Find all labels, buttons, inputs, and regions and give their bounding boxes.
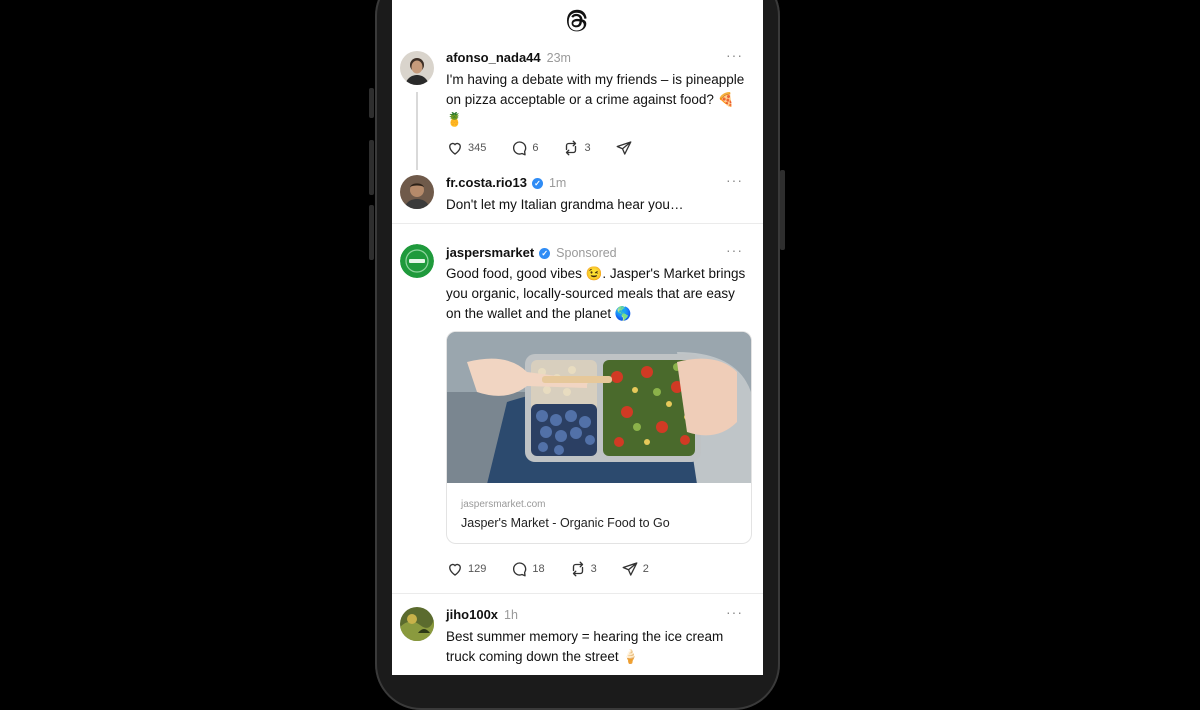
avatar[interactable] — [400, 607, 434, 641]
username-text[interactable]: jiho100x — [446, 607, 498, 622]
sponsored-label: Sponsored — [556, 246, 617, 260]
link-preview-card[interactable]: jaspersmarket.com Jasper's Market - Orga… — [446, 483, 752, 544]
post-time: 1m — [548, 176, 567, 190]
heart-icon — [449, 563, 461, 576]
post-username[interactable]: jiho100x 1h — [446, 607, 518, 622]
phone-side-button — [369, 140, 374, 195]
repost-icon — [572, 561, 583, 577]
more-options-icon[interactable]: ··· — [726, 172, 743, 188]
threads-logo-icon[interactable] — [562, 6, 592, 36]
phone-side-button — [369, 205, 374, 260]
repost-count: 3 — [584, 142, 591, 154]
comment-icon — [513, 562, 527, 577]
ad-image[interactable] — [446, 331, 752, 484]
post-text: Don't let my Italian grandma hear you… — [446, 197, 684, 212]
like-button[interactable]: 129 — [446, 560, 486, 578]
like-count: 129 — [468, 563, 487, 575]
like-button[interactable]: 345 — [446, 139, 486, 157]
threads-feed-screen: afonso_nada44 23m ··· I'm having a debate… — [392, 0, 763, 675]
repost-button[interactable]: 3 — [562, 139, 591, 157]
link-domain: jaspersmarket.com — [461, 499, 546, 510]
reply-count: 6 — [532, 142, 539, 154]
reply-button[interactable]: 6 — [510, 139, 538, 157]
post-text: Good food, good vibes 😉. Jasper's Market… — [446, 266, 746, 321]
like-count: 345 — [468, 142, 487, 154]
reply-button[interactable]: 18 — [510, 560, 545, 578]
post-actions: 345 6 3 — [446, 139, 633, 157]
username-text[interactable]: jaspersmarket — [446, 245, 534, 260]
repost-count: 3 — [590, 563, 597, 575]
verified-badge-icon: ✓ — [531, 178, 543, 189]
heart-icon — [449, 142, 461, 155]
thread-connector-line — [416, 92, 418, 170]
phone-power-button — [780, 170, 785, 250]
post-username[interactable]: fr.costa.rio13 ✓ 1m — [446, 175, 566, 190]
share-button[interactable]: 2 — [621, 560, 649, 578]
more-options-icon[interactable]: ··· — [726, 47, 743, 63]
send-icon — [622, 562, 638, 576]
avatar[interactable] — [400, 175, 434, 209]
more-options-icon[interactable]: ··· — [726, 604, 743, 620]
verified-badge-icon: ✓ — [539, 248, 551, 259]
phone-side-button — [369, 88, 374, 118]
link-title[interactable]: Jasper's Market - Organic Food to Go — [461, 516, 670, 530]
post-divider — [392, 223, 763, 224]
more-options-icon[interactable]: ··· — [726, 242, 743, 258]
post-username[interactable]: afonso_nada44 23m — [446, 50, 571, 65]
repost-button[interactable]: 3 — [569, 560, 597, 578]
avatar[interactable] — [400, 51, 434, 85]
post-text: Best summer memory = hearing the ice cre… — [446, 629, 724, 664]
send-icon — [616, 141, 632, 155]
post-username[interactable]: jaspersmarket ✓ Sponsored — [446, 245, 617, 260]
post-divider — [392, 593, 763, 594]
username-text[interactable]: fr.costa.rio13 — [446, 175, 527, 190]
avatar[interactable] — [400, 244, 434, 278]
post-time: 1h — [504, 608, 518, 622]
comment-icon — [513, 141, 527, 156]
reply-count: 18 — [532, 563, 545, 575]
post-actions: 129 18 3 2 — [446, 560, 649, 578]
post-text: I'm having a debate with my friends – is… — [446, 72, 745, 127]
share-count: 2 — [642, 563, 649, 575]
post-time: 23m — [546, 51, 571, 65]
share-button[interactable] — [615, 139, 633, 157]
username-text[interactable]: afonso_nada44 — [446, 50, 541, 65]
repost-icon — [566, 140, 577, 156]
